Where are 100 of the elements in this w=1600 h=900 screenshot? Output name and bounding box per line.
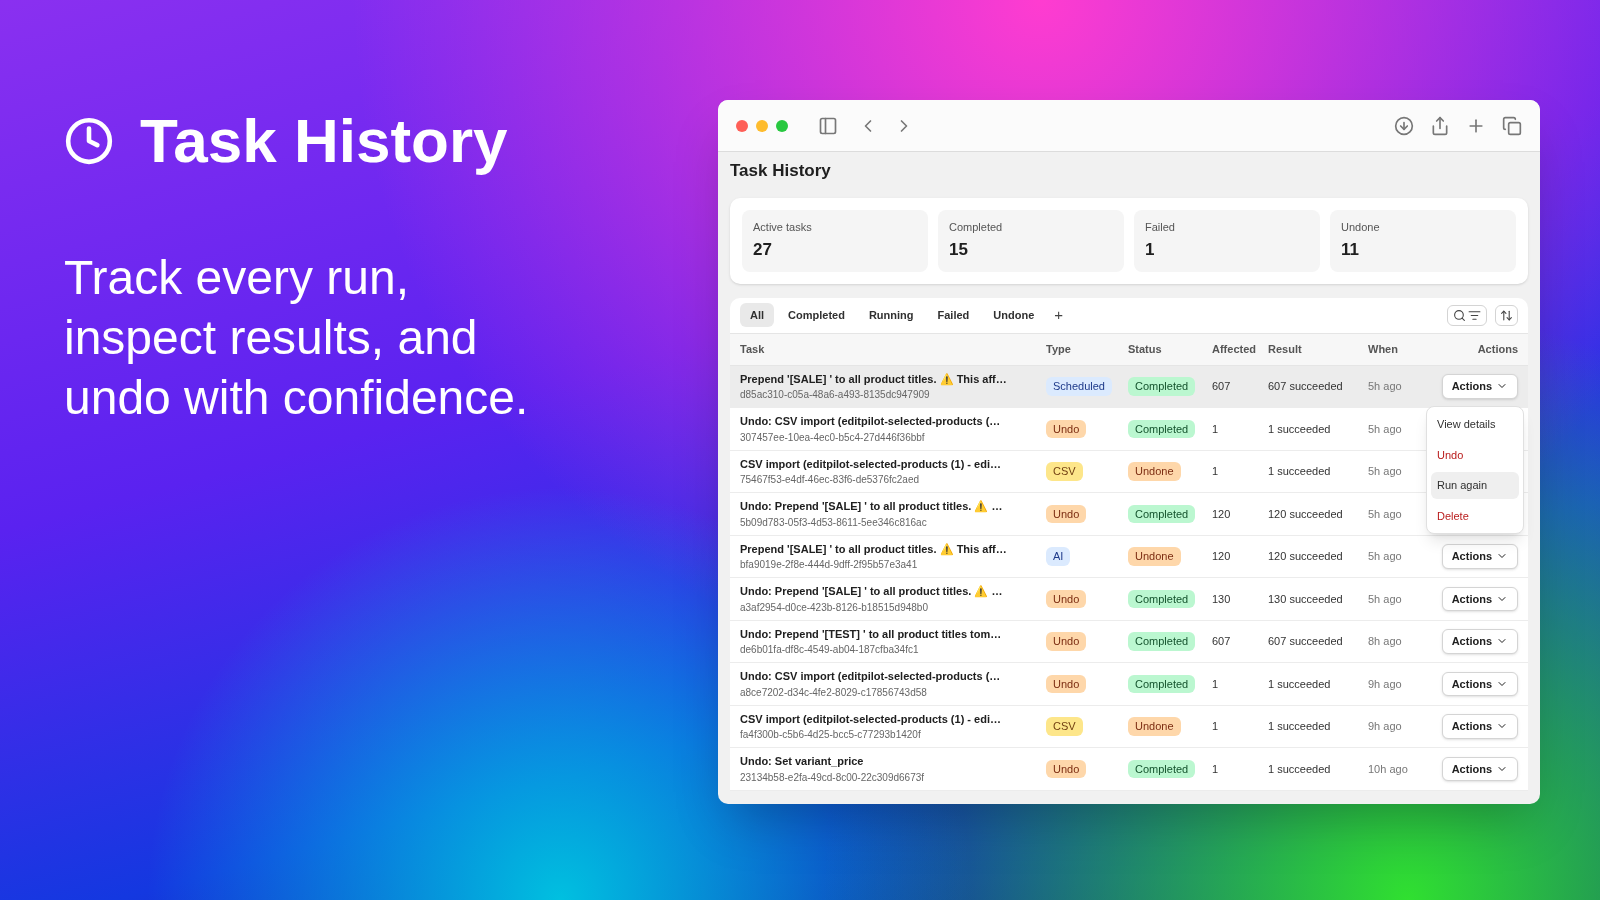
task-id: 23134b58-e2fa-49cd-8c00-22c309d6673f — [740, 770, 926, 785]
type-badge: AI — [1046, 547, 1071, 566]
task-title: Prepend '[SALE] ' to all product titles. ⚠ This aff… — [740, 541, 1008, 557]
column-header: Task — [740, 341, 766, 357]
result-text: 607 succeeded — [1268, 634, 1344, 649]
filter-tab[interactable]: Running — [858, 302, 924, 328]
result-text: 607 succeeded — [1268, 379, 1344, 394]
result-text: 1 succeeded — [1268, 421, 1332, 437]
affected-count: 607 — [1212, 634, 1232, 649]
type-badge: Undo — [1046, 759, 1087, 778]
task-id: bfa9019e-2f8e-444d-9dff-2f95b57e3a41 — [740, 558, 919, 572]
search-filter-button[interactable] — [1447, 304, 1487, 326]
result-text: 1 succeeded — [1268, 719, 1332, 734]
result-text: 1 succeeded — [1268, 676, 1332, 692]
actions-button[interactable]: Actions — [1441, 374, 1518, 399]
status-badge: Completed — [1128, 674, 1196, 693]
search-icon — [1453, 308, 1466, 322]
stat-value: 1 — [1145, 239, 1156, 261]
affected-count: 130 — [1212, 591, 1232, 607]
hero-tagline: Track every run, inspect results, and undo with confidence. — [64, 250, 530, 426]
status-badge: Completed — [1128, 632, 1196, 651]
actions-button[interactable]: Actions — [1441, 544, 1518, 569]
type-badge: Undo — [1046, 674, 1087, 693]
time-text: 5h ago — [1368, 506, 1403, 522]
actions-button[interactable]: Actions — [1441, 629, 1518, 654]
affected-count: 607 — [1212, 379, 1232, 394]
filter-tab[interactable]: Failed — [927, 302, 980, 328]
filter-tab[interactable]: Undone — [983, 302, 1045, 328]
filter-icon — [1468, 308, 1481, 322]
time-text: 5h ago — [1368, 549, 1403, 564]
column-header: When — [1368, 341, 1399, 357]
stat-value: 11 — [1341, 239, 1360, 261]
affected-count: 1 — [1212, 421, 1220, 437]
download-icon[interactable] — [1394, 115, 1414, 136]
status-badge: Completed — [1128, 759, 1196, 778]
menu-item[interactable]: Delete — [1431, 502, 1519, 529]
task-title: Undo: CSV import (editpilot-selected-products (… — [740, 414, 1002, 429]
actions-button[interactable]: Actions — [1441, 714, 1518, 739]
column-header: Actions — [1477, 341, 1518, 357]
result-text: 1 succeeded — [1268, 761, 1332, 777]
menu-item[interactable]: View details — [1431, 411, 1519, 438]
stat-value: 27 — [753, 239, 773, 261]
task-id: a3af2954-d0ce-423b-8126-b18515d948b0 — [740, 600, 929, 615]
filter-tab[interactable]: All — [740, 302, 775, 328]
column-header: Status — [1128, 341, 1163, 357]
status-badge: Completed — [1128, 419, 1196, 438]
type-badge: Undo — [1046, 504, 1087, 523]
task-id: 307457ee-10ea-4ec0-b5c4-27d446f36bbf — [740, 430, 926, 445]
sort-icon — [1500, 308, 1513, 322]
actions-button[interactable]: Actions — [1441, 586, 1518, 611]
actions-button[interactable]: Actions — [1441, 756, 1518, 781]
type-badge: Undo — [1046, 589, 1087, 608]
result-text: 1 succeeded — [1268, 464, 1332, 479]
status-badge: Undone — [1128, 547, 1181, 566]
time-text: 5h ago — [1368, 379, 1403, 394]
table-row[interactable]: Prepend '[SALE] ' to all product titles. ⚠ This aff… d85ac310-c05a-48a6-a493-8135dc947909 Scheduled Completed 607 607 succeeded 5h ago Actions — [730, 365, 1528, 408]
add-tab-button[interactable]: + — [1048, 303, 1070, 327]
clock-icon — [64, 116, 114, 166]
task-id: 75467f53-e4df-46ec-83f6-de5376fc2aed — [740, 473, 921, 487]
stat-label: Active tasks — [753, 219, 813, 235]
result-text: 120 succeeded — [1268, 549, 1344, 564]
stat-label: Failed — [1145, 219, 1176, 235]
status-badge: Completed — [1128, 504, 1196, 523]
time-text: 5h ago — [1368, 464, 1403, 479]
share-icon[interactable] — [1430, 115, 1450, 136]
task-id: 5b09d783-05f3-4d53-8611-5ee346c816ac — [740, 515, 928, 530]
affected-count: 1 — [1212, 464, 1220, 479]
sidebar-icon[interactable] — [818, 115, 838, 136]
type-badge: Scheduled — [1046, 377, 1112, 396]
affected-count: 120 — [1212, 506, 1232, 522]
task-title: Prepend '[SALE] ' to all product titles. ⚠ This aff… — [740, 371, 1008, 387]
time-text: 5h ago — [1368, 591, 1403, 607]
task-id: a8ce7202-d34c-4fe2-8029-c17856743d58 — [740, 685, 928, 700]
type-badge: CSV — [1046, 717, 1083, 736]
time-text: 9h ago — [1368, 676, 1403, 692]
type-badge: Undo — [1046, 419, 1087, 438]
task-title: Undo: Prepend '[TEST] ' to all product titles tom… — [740, 626, 1003, 642]
stat-value: 15 — [949, 239, 969, 261]
type-badge: Undo — [1046, 632, 1087, 651]
task-title: CSV import (editpilot-selected-products (1) - edi… — [740, 456, 1002, 472]
status-badge: Completed — [1128, 589, 1196, 608]
task-title: Undo: Prepend '[SALE] ' to all product titles. ⚠ … — [740, 499, 1004, 515]
time-text: 10h ago — [1368, 761, 1409, 777]
affected-count: 1 — [1212, 676, 1220, 692]
sort-button[interactable] — [1495, 304, 1518, 326]
task-title: CSV import (editpilot-selected-products (1) - edi… — [740, 711, 1002, 727]
time-text: 8h ago — [1368, 634, 1403, 649]
menu-item[interactable]: Run again — [1431, 472, 1519, 499]
result-text: 120 succeeded — [1268, 506, 1344, 522]
status-badge: Undone — [1128, 462, 1181, 481]
type-badge: CSV — [1046, 462, 1083, 481]
time-text: 5h ago — [1368, 421, 1403, 437]
tabs-icon[interactable] — [1502, 115, 1522, 136]
task-title: Undo: Prepend '[SALE] ' to all product titles. ⚠ … — [740, 584, 1004, 600]
stat-label: Undone — [1341, 219, 1381, 235]
actions-button[interactable]: Actions — [1441, 671, 1518, 696]
task-id: fa4f300b-c5b6-4d25-bcc5-c77293b1420f — [740, 728, 922, 742]
affected-count: 1 — [1212, 719, 1220, 734]
affected-count: 120 — [1212, 549, 1232, 564]
filter-tab[interactable]: Completed — [778, 302, 855, 328]
